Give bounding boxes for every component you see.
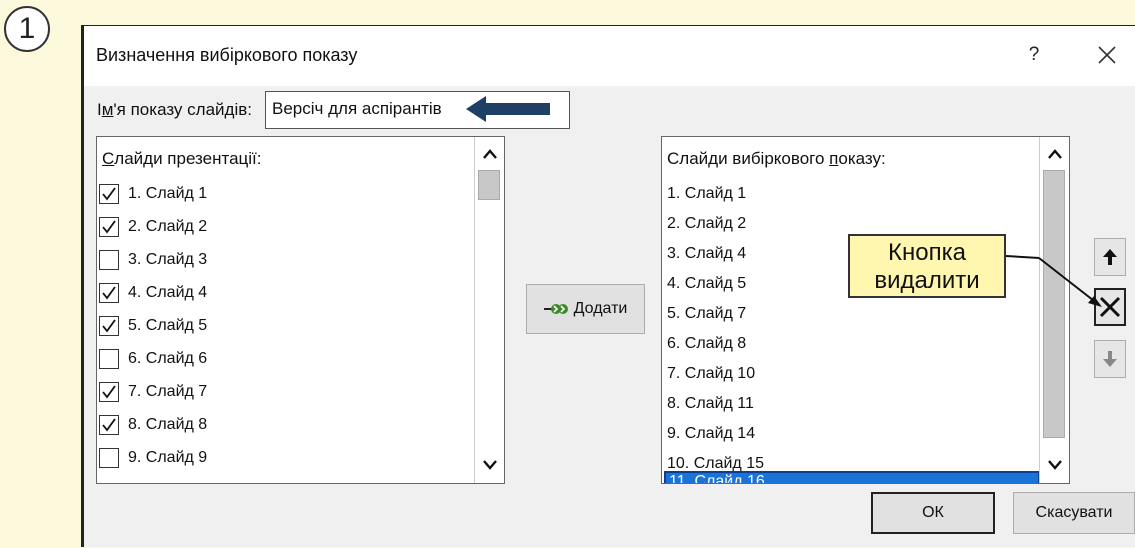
custom-show-header-accel: п bbox=[829, 149, 839, 168]
list-item-label: 4. Слайд 4 bbox=[128, 284, 208, 301]
list-item[interactable]: 4. Слайд 5 bbox=[667, 269, 746, 299]
list-item-label: 1. Слайд 1 bbox=[128, 185, 208, 202]
custom-show-header-prefix: Слайди вибіркового bbox=[667, 149, 830, 168]
show-name-label-suffix: 'я показу слайдів: bbox=[113, 100, 252, 119]
list-item-label: 8. Слайд 8 bbox=[128, 416, 208, 433]
checkbox[interactable] bbox=[99, 483, 119, 484]
custom-show-header-suffix: оказу: bbox=[838, 149, 886, 168]
presentation-slides-list[interactable]: Слайди презентації: 1. Слайд 1 2. Слайд 2… bbox=[96, 136, 505, 484]
list-item[interactable]: 5. Слайд 5 bbox=[99, 311, 207, 341]
left-scroll-thumb[interactable] bbox=[478, 170, 500, 200]
show-name-input[interactable]: Версіч для аспірантів bbox=[265, 91, 570, 129]
presentation-slides-header-accel: С bbox=[102, 149, 115, 168]
list-item[interactable]: 8. Слайд 8 bbox=[99, 410, 207, 440]
show-name-label: Ім'я показу слайдів: bbox=[97, 100, 252, 120]
list-item-label: 6. Слайд 6 bbox=[128, 350, 208, 367]
checkbox[interactable] bbox=[99, 217, 119, 237]
remove-button-callout: Кнопка видалити bbox=[848, 234, 1006, 298]
list-item[interactable]: 3. Слайд 3 bbox=[99, 245, 207, 275]
list-item-label: 2. Слайд 2 bbox=[128, 218, 208, 235]
list-item[interactable]: 1. Слайд 1 bbox=[99, 179, 207, 209]
show-name-value: Версіч для аспірантів bbox=[272, 99, 442, 118]
custom-show-slides-header: Слайди вибіркового показу: bbox=[667, 149, 886, 169]
list-item[interactable]: 4. Слайд 4 bbox=[99, 278, 207, 308]
arrow-down-icon bbox=[1103, 351, 1117, 367]
callout-line-1: Кнопка bbox=[888, 239, 966, 266]
partial-checkbox-row bbox=[99, 478, 128, 484]
scroll-down-icon[interactable] bbox=[475, 451, 504, 479]
add-button-label: Додати bbox=[574, 300, 628, 318]
move-down-button[interactable] bbox=[1094, 340, 1126, 378]
checkbox[interactable] bbox=[99, 316, 119, 336]
list-item[interactable]: 6. Слайд 8 bbox=[667, 329, 746, 359]
selected-list-item[interactable]: 11. Слайд 16 bbox=[664, 471, 1040, 483]
close-icon[interactable] bbox=[1092, 40, 1122, 70]
list-item[interactable]: 2. Слайд 2 bbox=[99, 212, 207, 242]
pointer-arrow-icon bbox=[466, 96, 550, 122]
remove-button[interactable] bbox=[1094, 288, 1126, 326]
add-button-accel: Д bbox=[573, 300, 585, 317]
list-item[interactable]: 8. Слайд 11 bbox=[667, 389, 754, 419]
show-name-label-accel: м bbox=[101, 100, 114, 119]
custom-show-slides-list[interactable]: Слайди вибіркового показу: 1. Слайд 1 2. … bbox=[661, 136, 1070, 484]
cancel-button[interactable]: Скасувати bbox=[1013, 492, 1135, 534]
move-up-button[interactable] bbox=[1094, 238, 1126, 276]
scroll-down-icon[interactable] bbox=[1040, 451, 1069, 479]
right-scroll-thumb[interactable] bbox=[1043, 170, 1065, 438]
checkbox[interactable] bbox=[99, 382, 119, 402]
dialog-title: Визначення вибіркового показу bbox=[96, 45, 358, 65]
left-scrollbar[interactable] bbox=[474, 137, 504, 483]
custom-show-dialog: Визначення вибіркового показу ? Ім'я пок… bbox=[81, 25, 1135, 547]
callout-line-2: видалити bbox=[874, 267, 980, 294]
right-scrollbar[interactable] bbox=[1039, 137, 1069, 483]
list-item[interactable]: 9. Слайд 14 bbox=[667, 419, 755, 449]
list-item-label: 7. Слайд 7 bbox=[128, 383, 208, 400]
add-arrows-icon bbox=[543, 302, 568, 316]
checkbox[interactable] bbox=[99, 184, 119, 204]
presentation-slides-header-rest: лайди презентації: bbox=[114, 149, 262, 168]
presentation-slides-header: Слайди презентації: bbox=[102, 149, 262, 169]
list-item[interactable]: 9. Слайд 9 bbox=[99, 443, 207, 473]
list-item[interactable]: 2. Слайд 2 bbox=[667, 209, 746, 239]
dialog-titlebar: Визначення вибіркового показу ? bbox=[84, 26, 1135, 86]
list-item[interactable]: 6. Слайд 6 bbox=[99, 344, 207, 374]
list-item[interactable]: 7. Слайд 7 bbox=[99, 377, 207, 407]
checkbox[interactable] bbox=[99, 349, 119, 369]
scroll-up-icon[interactable] bbox=[475, 140, 504, 168]
list-item-label: 5. Слайд 5 bbox=[128, 317, 208, 334]
ok-button[interactable]: ОК bbox=[871, 492, 995, 534]
checkbox[interactable] bbox=[99, 283, 119, 303]
checkbox[interactable] bbox=[99, 448, 119, 468]
arrow-up-icon bbox=[1103, 249, 1117, 265]
help-button[interactable]: ? bbox=[1022, 40, 1046, 70]
scroll-up-icon[interactable] bbox=[1040, 140, 1069, 168]
remove-x-icon bbox=[1099, 296, 1121, 318]
add-button-rest: одати bbox=[584, 300, 628, 317]
list-item[interactable]: 1. Слайд 1 bbox=[667, 179, 746, 209]
list-item-label: 3. Слайд 3 bbox=[128, 251, 208, 268]
list-item[interactable]: 3. Слайд 4 bbox=[667, 239, 746, 269]
step-number-badge: 1 bbox=[4, 6, 50, 52]
list-item[interactable]: 7. Слайд 10 bbox=[667, 359, 755, 389]
list-item-label: 9. Слайд 9 bbox=[128, 449, 208, 466]
checkbox[interactable] bbox=[99, 415, 119, 435]
list-item[interactable]: 5. Слайд 7 bbox=[667, 299, 746, 329]
add-button[interactable]: Додати bbox=[526, 284, 645, 334]
checkbox[interactable] bbox=[99, 250, 119, 270]
